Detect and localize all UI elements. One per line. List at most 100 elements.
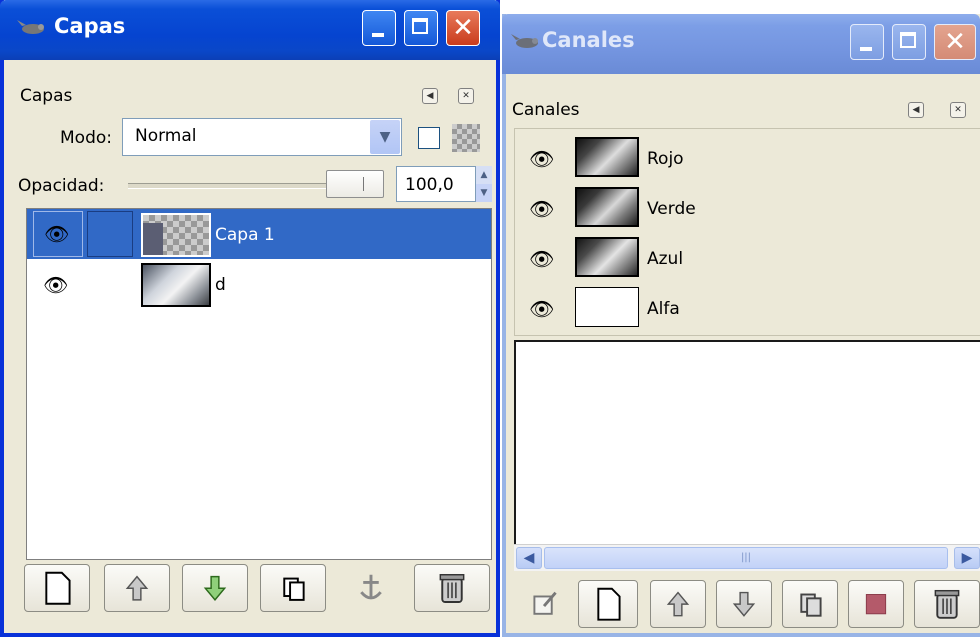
layer-name[interactable]: Capa 1 — [215, 225, 275, 245]
channels-list: 👁 Rojo 👁 Verde 👁 Azul 👁 Alfa — [514, 128, 980, 336]
channel-thumbnail — [575, 237, 639, 277]
channels-titlebar[interactable]: Canales ✕ — [502, 14, 980, 74]
edit-channel-button[interactable] — [518, 582, 572, 626]
channels-button-bar — [514, 576, 980, 634]
panel-menu-button[interactable]: ◀ — [908, 102, 924, 118]
maximize-icon — [900, 32, 916, 48]
close-button[interactable]: ✕ — [934, 24, 976, 60]
panel-close-button[interactable]: ✕ — [458, 88, 474, 104]
lock-alpha-checkbox[interactable] — [418, 127, 440, 149]
raise-channel-button[interactable] — [650, 580, 706, 628]
channels-panel-title: Canales — [512, 100, 580, 120]
minimize-button[interactable] — [850, 24, 884, 60]
anchor-layer-button[interactable] — [338, 564, 404, 612]
duplicate-channel-button[interactable] — [782, 580, 838, 628]
arrow-up-icon — [125, 575, 149, 601]
minimize-icon — [372, 33, 384, 37]
scroll-left-icon[interactable]: ◀ — [516, 547, 542, 569]
arrow-down-icon — [732, 591, 756, 617]
trash-icon — [934, 589, 960, 619]
arrow-down-icon — [203, 575, 227, 602]
close-small-icon: ✕ — [462, 91, 470, 101]
thumbnail-photo-fragment — [143, 223, 163, 255]
horizontal-scrollbar[interactable]: ◀ ||| ▶ — [514, 544, 980, 571]
new-layer-button[interactable] — [24, 564, 90, 612]
opacity-spinbox[interactable]: 100,0 — [396, 166, 476, 202]
slider-grip — [363, 177, 364, 191]
gimp-wilber-icon — [511, 34, 538, 48]
edit-icon — [533, 591, 557, 615]
channels-window-title: Canales — [542, 28, 635, 52]
duplicate-icon — [283, 577, 305, 601]
chevron-down-icon[interactable]: ▼ — [370, 120, 400, 154]
mode-select[interactable]: Normal ▼ — [122, 118, 402, 156]
layer-thumbnail — [141, 263, 211, 307]
layers-list: 👁 Capa 1 👁 d — [26, 208, 492, 560]
channel-row[interactable]: 👁 Rojo — [515, 135, 980, 185]
spin-up-icon[interactable]: ▲ — [476, 166, 492, 184]
panel-menu-button[interactable]: ◀ — [422, 88, 438, 104]
duplicate-layer-button[interactable] — [260, 564, 326, 612]
opacity-label: Opacidad: — [18, 176, 105, 196]
maximize-button[interactable] — [892, 24, 926, 60]
layers-window-title: Capas — [54, 14, 126, 38]
delete-layer-button[interactable] — [414, 564, 490, 612]
close-icon: ✕ — [452, 13, 474, 43]
layer-row[interactable]: 👁 d — [27, 261, 491, 311]
channel-row[interactable]: 👁 Verde — [515, 185, 980, 235]
panel-close-button[interactable]: ✕ — [950, 102, 966, 118]
lower-channel-button[interactable] — [716, 580, 772, 628]
eye-icon[interactable]: 👁 — [529, 247, 554, 271]
duplicate-icon — [800, 593, 822, 617]
mode-label: Modo: — [60, 128, 112, 148]
eye-icon[interactable]: 👁 — [529, 197, 554, 221]
channel-row[interactable]: 👁 Alfa — [515, 285, 980, 335]
delete-channel-button[interactable] — [914, 580, 980, 628]
channel-to-selection-button[interactable] — [848, 580, 904, 628]
spin-down-icon[interactable]: ▼ — [476, 184, 492, 202]
layer-thumbnail — [141, 213, 211, 257]
checkerboard-alpha-icon — [452, 124, 480, 152]
close-icon: ✕ — [944, 27, 966, 57]
channel-row[interactable]: 👁 Azul — [515, 235, 980, 285]
channel-name[interactable]: Alfa — [647, 299, 680, 319]
opacity-value: 100,0 — [405, 175, 454, 195]
raise-layer-button[interactable] — [104, 564, 170, 612]
scroll-thumb[interactable]: ||| — [544, 547, 948, 569]
layers-panel-title: Capas — [20, 86, 73, 106]
eye-icon: 👁 — [44, 222, 70, 246]
layer-name[interactable]: d — [215, 275, 226, 295]
new-document-icon — [597, 587, 621, 621]
left-arrow-icon: ◀ — [912, 105, 920, 115]
channel-thumbnail — [575, 137, 639, 177]
channel-thumbnail — [575, 187, 639, 227]
chain-toggle[interactable] — [87, 211, 133, 257]
layer-row[interactable]: 👁 Capa 1 — [27, 209, 491, 259]
new-document-icon — [45, 571, 71, 605]
layers-titlebar[interactable]: Capas ✕ — [0, 0, 500, 60]
layers-window: Capas ✕ Capas ◀ ✕ Modo: Normal ▼ Opacida… — [0, 0, 500, 637]
trash-icon — [439, 574, 465, 603]
left-arrow-icon: ◀ — [426, 91, 434, 101]
mode-value: Normal — [135, 126, 197, 146]
eye-icon[interactable]: 👁 — [43, 273, 68, 297]
channels-window: Canales ✕ Canales ◀ ✕ 👁 Rojo 👁 Verde 👁 A… — [502, 14, 980, 637]
channel-name[interactable]: Verde — [647, 199, 696, 219]
new-channel-button[interactable] — [578, 580, 638, 628]
lower-layer-button[interactable] — [182, 564, 248, 612]
minimize-button[interactable] — [362, 10, 396, 46]
eye-icon[interactable]: 👁 — [529, 147, 554, 171]
close-small-icon: ✕ — [954, 105, 962, 115]
eye-icon[interactable]: 👁 — [529, 297, 554, 321]
channels-empty-area — [514, 340, 980, 548]
scroll-right-icon[interactable]: ▶ — [954, 547, 980, 569]
channel-name[interactable]: Rojo — [647, 149, 684, 169]
close-button[interactable]: ✕ — [446, 10, 480, 46]
opacity-slider-handle[interactable] — [326, 170, 384, 198]
channel-thumbnail — [575, 287, 639, 327]
gimp-wilber-icon — [17, 20, 44, 34]
channel-name[interactable]: Azul — [647, 249, 683, 269]
maximize-button[interactable] — [404, 10, 438, 46]
visibility-toggle[interactable]: 👁 — [33, 211, 83, 257]
anchor-icon — [360, 574, 382, 600]
